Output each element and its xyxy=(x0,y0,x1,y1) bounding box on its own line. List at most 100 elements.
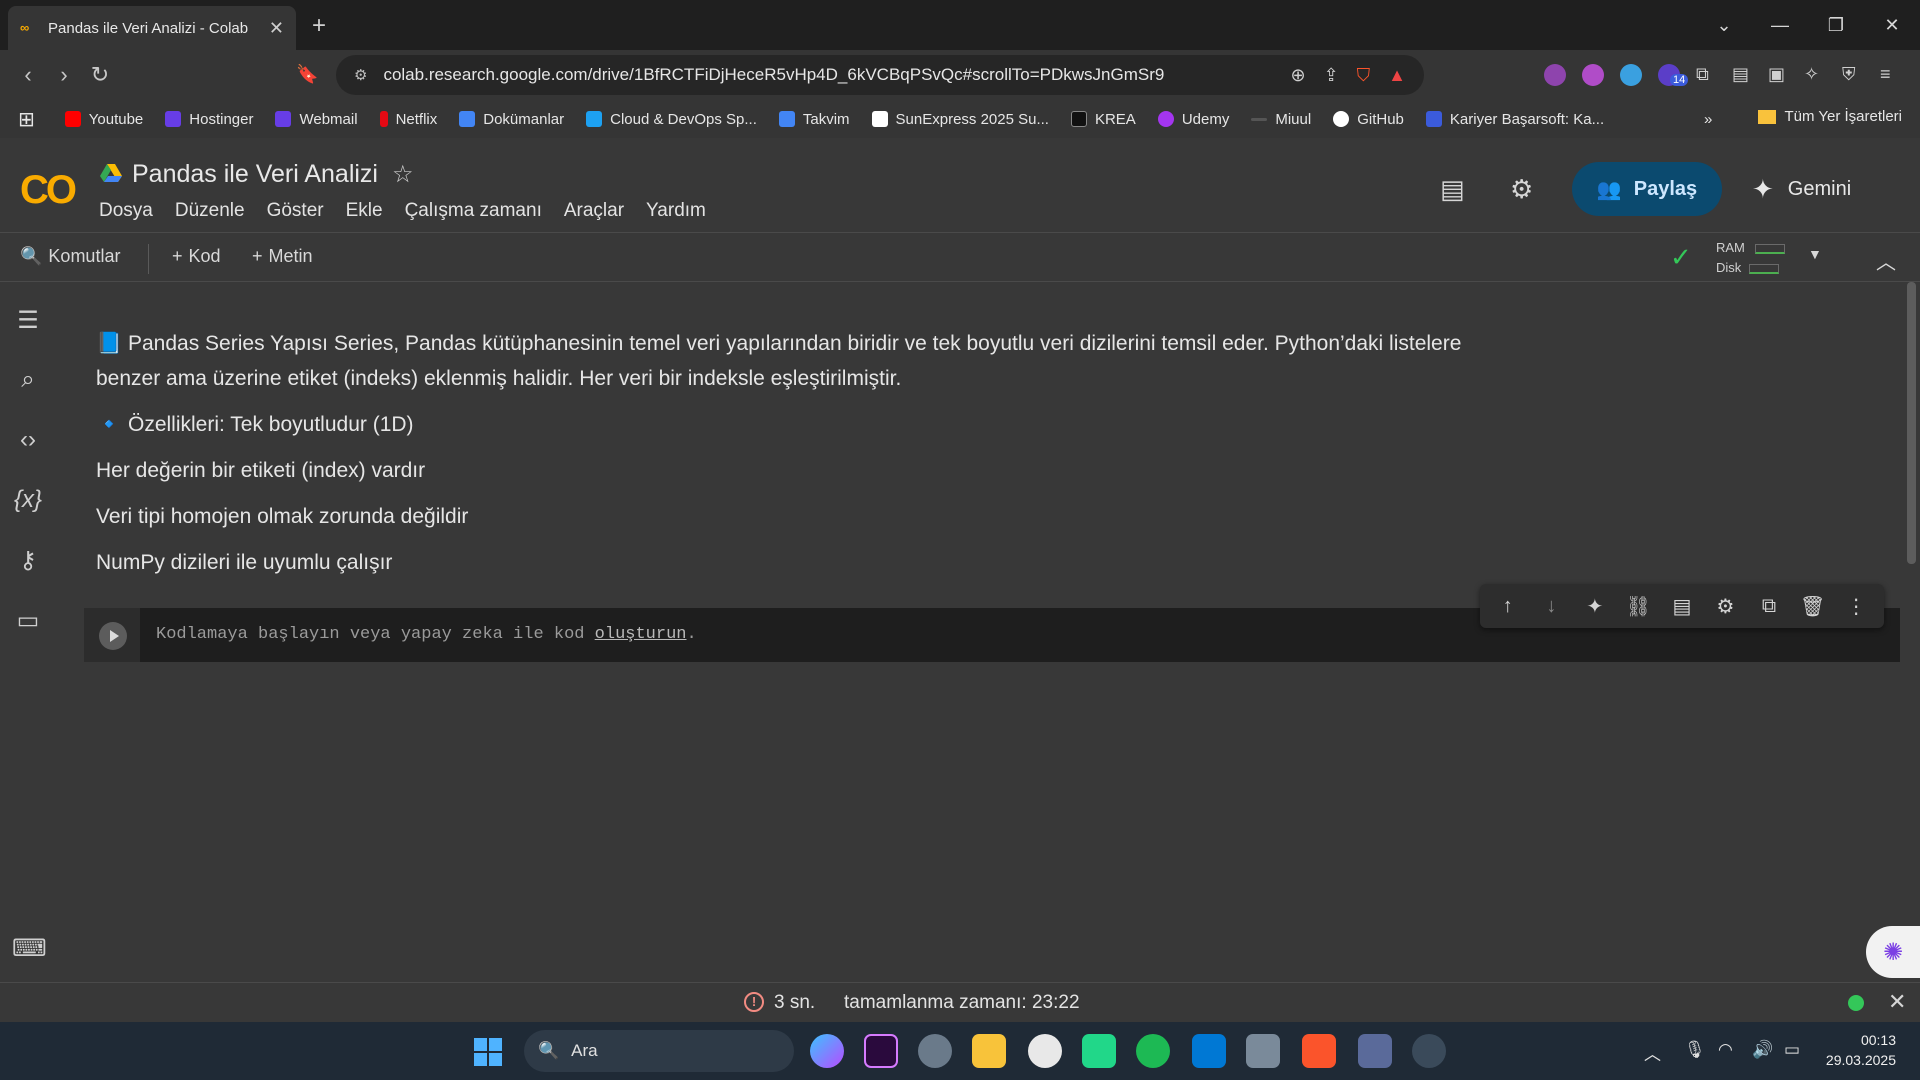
browser-menu-icon[interactable]: ≡ xyxy=(1880,64,1891,85)
url-text[interactable]: colab.research.google.com/drive/1BfRCTFi… xyxy=(383,65,1272,85)
comments-icon[interactable]: ▤ xyxy=(1440,174,1465,205)
link-icon[interactable]: ⛓ xyxy=(1622,594,1654,619)
add-code-button[interactable]: + Kod xyxy=(172,246,221,267)
bookmark-miuul[interactable]: Miuul xyxy=(1251,111,1311,128)
zoom-icon[interactable]: ⊕ xyxy=(1290,65,1305,86)
unity-icon[interactable] xyxy=(1246,1034,1280,1068)
new-tab-icon[interactable]: + xyxy=(312,12,326,40)
tray-overflow-icon[interactable]: ︿ xyxy=(1644,1040,1661,1065)
file-explorer-icon[interactable] xyxy=(972,1034,1006,1068)
table-of-contents-icon[interactable]: ☰ xyxy=(12,306,44,335)
bookmark-takvim[interactable]: Takvim xyxy=(778,111,850,128)
taskbar-search[interactable]: 🔍 Ara xyxy=(524,1030,794,1072)
text-cell[interactable]: 📘 Pandas Series Yapısı Series, Pandas kü… xyxy=(96,326,1496,591)
delete-icon[interactable]: 🗑 xyxy=(1797,594,1829,619)
commands-button[interactable]: 🔍 Komutlar xyxy=(20,246,120,267)
pycharm-icon[interactable] xyxy=(1082,1034,1116,1068)
move-down-icon[interactable]: ↓ xyxy=(1535,595,1567,618)
bookmark-dokumanlar[interactable]: Dokümanlar xyxy=(459,111,564,128)
collapse-header-icon[interactable]: ︿ xyxy=(1876,246,1896,275)
settings-app-icon[interactable] xyxy=(918,1034,952,1068)
star-icon[interactable]: ☆ xyxy=(392,160,414,189)
extension-icon-1[interactable] xyxy=(1544,64,1566,86)
copilot-icon[interactable] xyxy=(810,1034,844,1068)
gemini-button[interactable]: ✦ Gemini xyxy=(1752,162,1851,216)
close-tab-icon[interactable]: ✕ xyxy=(269,18,284,39)
vpn-shield-icon[interactable]: ⛨ xyxy=(1842,64,1856,85)
bookmark-cloud-devops[interactable]: Cloud & DevOps Sp... xyxy=(586,111,757,128)
gemini-floating-icon[interactable]: ✺ xyxy=(1866,926,1920,978)
menu-araclar[interactable]: Araçlar xyxy=(564,200,624,222)
bookmark-hostinger[interactable]: Hostinger xyxy=(165,111,253,128)
find-replace-icon[interactable]: ⌕ xyxy=(12,366,44,394)
menu-yardim[interactable]: Yardım xyxy=(646,200,706,222)
menu-duzenle[interactable]: Düzenle xyxy=(175,200,245,222)
share-button[interactable]: 👥 Paylaş xyxy=(1572,162,1722,216)
all-bookmarks[interactable]: Tüm Yer İşaretleri xyxy=(1758,108,1902,125)
resource-monitor[interactable]: RAM Disk xyxy=(1716,238,1785,278)
notebook-content[interactable]: 📘 Pandas Series Yapısı Series, Pandas kü… xyxy=(56,282,1902,982)
battery-icon[interactable]: ▭ xyxy=(1784,1040,1800,1060)
sidebar-toggle-icon[interactable]: ▤ xyxy=(1732,64,1749,85)
code-cell-placeholder[interactable]: Kodlamaya başlayın veya yapay zeka ile k… xyxy=(156,625,697,644)
bookmark-krea[interactable]: KREA xyxy=(1070,111,1136,128)
comment-icon[interactable]: ▤ xyxy=(1666,594,1698,619)
files-folder-icon[interactable]: ▭ xyxy=(12,606,44,635)
premiere-pro-icon[interactable] xyxy=(864,1034,898,1068)
apps-grid-icon[interactable]: ⊞ xyxy=(18,107,35,132)
extension-icon-2[interactable] xyxy=(1582,64,1604,86)
notebook-title[interactable]: Pandas ile Veri Analizi xyxy=(132,160,378,189)
bookmark-page-icon[interactable]: 🔖 xyxy=(296,64,318,85)
bookmark-webmail[interactable]: Webmail xyxy=(275,111,358,128)
close-status-icon[interactable]: ✕ xyxy=(1888,989,1906,1015)
browser-tab-active[interactable]: ∞ Pandas ile Veri Analizi - Colab ✕ xyxy=(8,6,296,50)
move-up-icon[interactable]: ↑ xyxy=(1492,595,1524,618)
settings-gear-icon[interactable]: ⚙ xyxy=(1510,174,1533,205)
chatgpt-icon[interactable] xyxy=(1028,1034,1062,1068)
cell-settings-icon[interactable]: ⚙ xyxy=(1710,594,1742,619)
bookmark-youtube[interactable]: Youtube xyxy=(64,111,143,128)
extension-icon-3[interactable] xyxy=(1620,64,1642,86)
brave-browser-icon[interactable] xyxy=(1302,1034,1336,1068)
more-options-icon[interactable]: ⋮ xyxy=(1840,594,1872,619)
run-cell-icon[interactable] xyxy=(99,622,127,650)
more-bookmarks-icon[interactable]: » xyxy=(1704,111,1712,128)
mirror-cell-icon[interactable]: ⧉ xyxy=(1753,595,1785,618)
windows-start-icon[interactable] xyxy=(474,1038,502,1066)
scrollbar-thumb[interactable] xyxy=(1907,282,1916,564)
extensions-puzzle-icon[interactable]: ⧉ xyxy=(1696,64,1709,85)
colab-logo-icon[interactable]: CO xyxy=(20,168,77,213)
vscode-icon[interactable] xyxy=(1192,1034,1226,1068)
bookmark-netflix[interactable]: Netflix xyxy=(379,111,437,128)
google-drive-icon[interactable] xyxy=(100,164,122,182)
minimize-icon[interactable]: — xyxy=(1752,15,1808,36)
bookmark-github[interactable]: GitHub xyxy=(1333,111,1404,128)
restore-icon[interactable]: ❐ xyxy=(1808,15,1864,36)
variables-icon[interactable]: {x} xyxy=(12,486,44,514)
reload-icon[interactable]: ↻ xyxy=(82,62,118,88)
bookmark-sunexpress[interactable]: SunExpress 2025 Su... xyxy=(871,111,1049,128)
back-icon[interactable]: ‹ xyxy=(10,62,46,88)
brave-rewards-icon[interactable]: ▲ xyxy=(1388,65,1406,86)
gemini-cell-icon[interactable]: ✦ xyxy=(1579,594,1611,619)
leo-ai-icon[interactable]: ✧ xyxy=(1804,64,1819,85)
generate-code-link[interactable]: oluşturun xyxy=(595,625,687,644)
menu-goster[interactable]: Göster xyxy=(267,200,324,222)
close-window-icon[interactable]: ✕ xyxy=(1864,15,1920,36)
code-snippets-icon[interactable]: ‹› xyxy=(12,426,44,454)
content-scrollbar[interactable] xyxy=(1904,282,1918,982)
app-icon[interactable] xyxy=(1412,1034,1446,1068)
menu-ekle[interactable]: Ekle xyxy=(346,200,383,222)
snipping-tool-icon[interactable] xyxy=(1358,1034,1392,1068)
add-text-button[interactable]: + Metin xyxy=(252,246,313,267)
secrets-key-icon[interactable]: ⚷ xyxy=(12,546,44,575)
menu-dosya[interactable]: Dosya xyxy=(99,200,153,222)
bookmark-udemy[interactable]: Udemy xyxy=(1157,111,1229,128)
menu-calisma-zamani[interactable]: Çalışma zamanı xyxy=(405,200,542,222)
microphone-icon[interactable]: 🎙 xyxy=(1684,1040,1706,1060)
volume-icon[interactable]: 🔊 xyxy=(1752,1040,1773,1060)
brave-shield-icon[interactable]: ⛉ xyxy=(1357,65,1371,86)
forward-icon[interactable]: › xyxy=(46,62,82,88)
terminal-icon[interactable]: ⌨ xyxy=(12,934,47,963)
wallet-icon[interactable]: ▣ xyxy=(1768,64,1785,85)
